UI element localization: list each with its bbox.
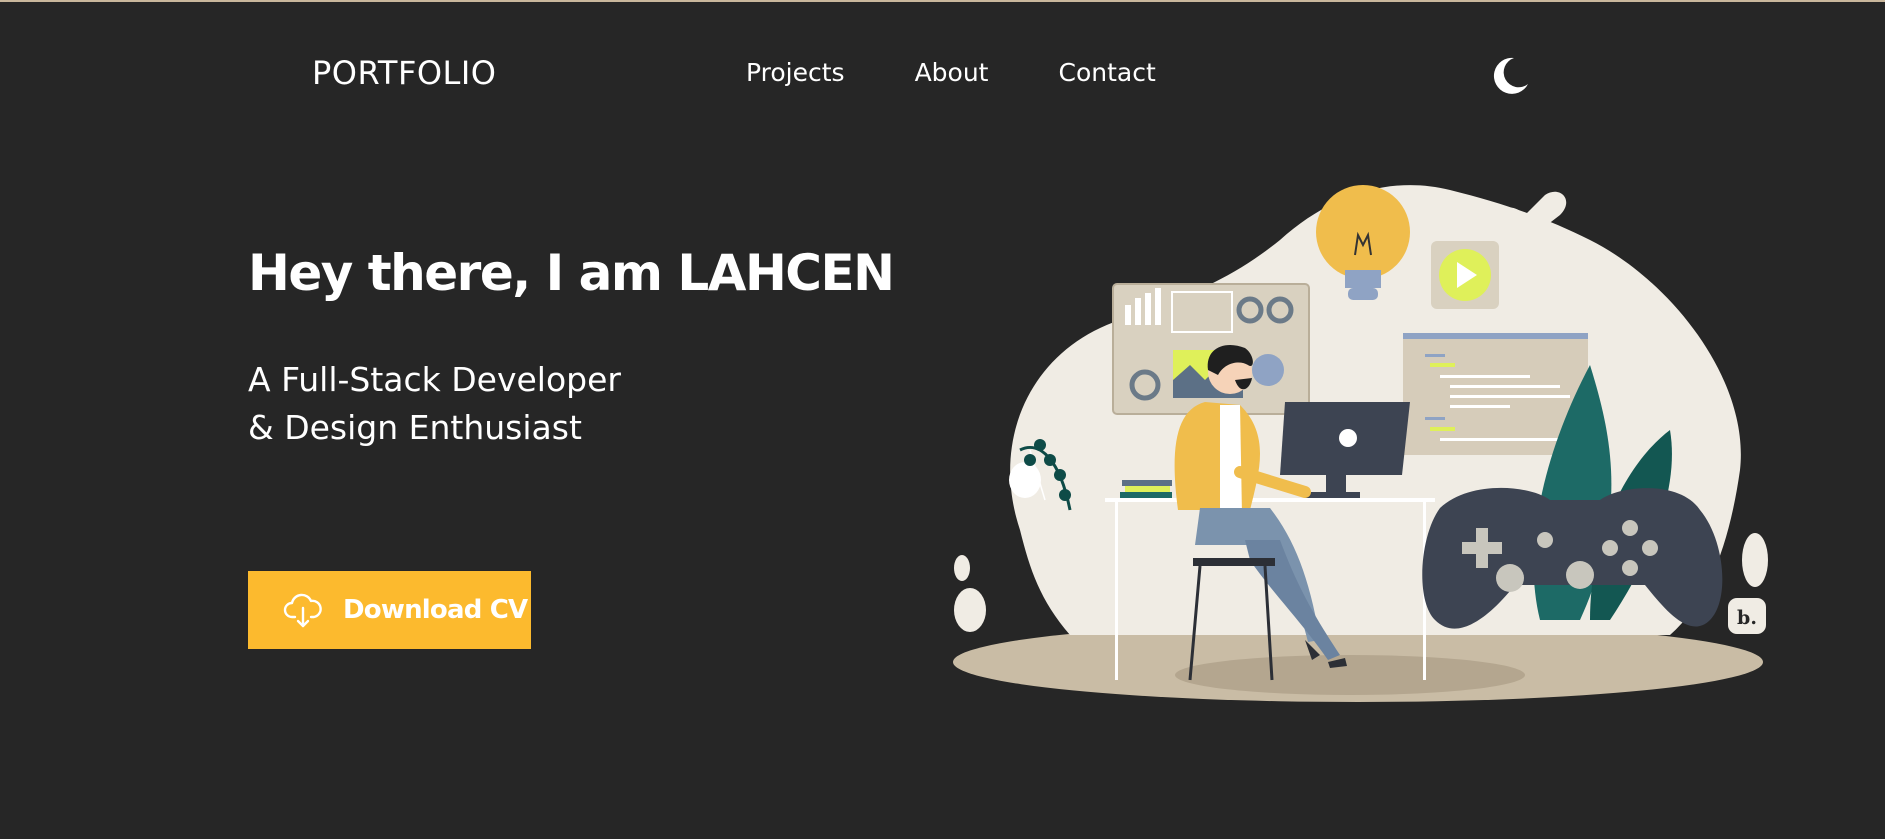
hero-subtitle: A Full-Stack Developer & Design Enthusia… [248, 356, 621, 452]
cloud-download-icon [283, 590, 323, 630]
developer-at-desk-illustration: b. [953, 185, 1768, 702]
illustration-badge: b. [1737, 607, 1757, 629]
theme-toggle-button[interactable] [1487, 54, 1531, 98]
navbar: PORTFOLIO Projects About Contact [0, 0, 1885, 150]
download-cv-button[interactable]: Download CV [248, 571, 531, 649]
nav-link-about[interactable]: About [915, 58, 989, 87]
download-cv-label: Download CV [343, 595, 528, 625]
hero-subtitle-line-2: & Design Enthusiast [248, 408, 582, 447]
logo[interactable]: PORTFOLIO [312, 54, 496, 92]
nav-link-contact[interactable]: Contact [1058, 58, 1155, 87]
moon-icon [1493, 57, 1528, 94]
hero-subtitle-line-1: A Full-Stack Developer [248, 360, 621, 399]
nav-link-projects[interactable]: Projects [746, 58, 845, 87]
hero-title: Hey there, I am LAHCEN [248, 244, 895, 302]
nav-links: Projects About Contact [746, 58, 1226, 87]
